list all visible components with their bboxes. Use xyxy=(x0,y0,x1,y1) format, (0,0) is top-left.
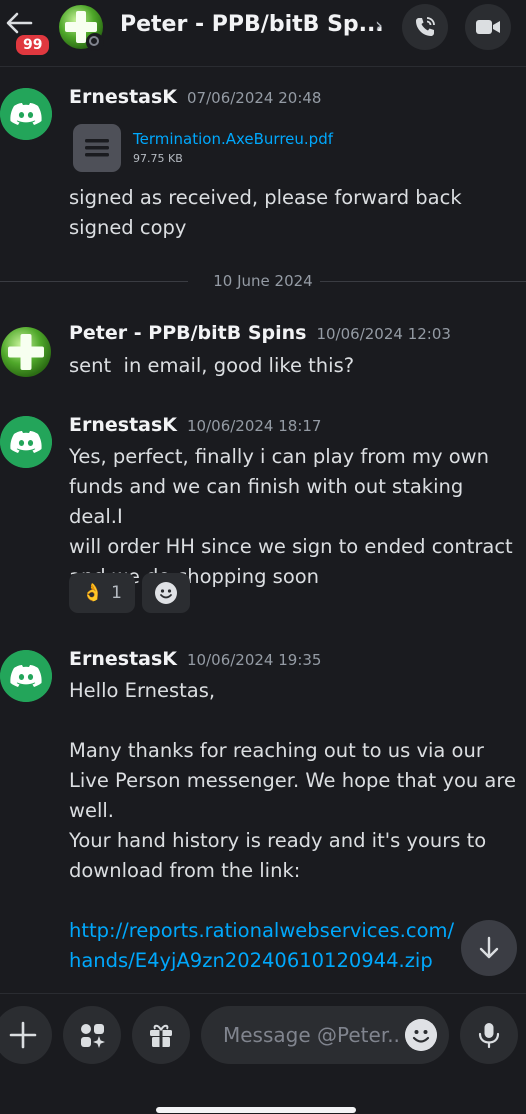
home-indicator xyxy=(156,1107,356,1113)
message-timestamp: 10/06/2024 12:03 xyxy=(316,325,451,343)
ok-hand-icon: 👌 xyxy=(82,583,104,603)
download-link[interactable]: http://reports.rationalwebservices.com/ … xyxy=(69,916,519,976)
emoji-icon[interactable] xyxy=(405,1019,437,1051)
message-text: Hello Ernestas, Many thanks for reaching… xyxy=(69,679,516,882)
phone-call-icon xyxy=(416,17,435,36)
reaction-ok-hand[interactable]: 👌 1 xyxy=(69,573,135,613)
message-timestamp: 07/06/2024 20:48 xyxy=(187,89,322,107)
apps-button[interactable] xyxy=(63,1006,121,1064)
message-author[interactable]: ErnestasK 07/06/2024 20:48 xyxy=(69,86,321,108)
discord-avatar-icon[interactable] xyxy=(0,416,52,468)
discord-avatar-icon[interactable] xyxy=(0,650,52,702)
message-author[interactable]: ErnestasK 10/06/2024 18:17 xyxy=(69,414,321,436)
page-title[interactable]: Peter - PPB/bitB Sp... xyxy=(120,12,384,37)
arrow-down-icon xyxy=(479,936,499,959)
green-cross-avatar[interactable] xyxy=(0,326,52,378)
message-text: Yes, perfect, finally i can play from my… xyxy=(69,445,513,588)
chat-header: 99 Peter - PPB/bitB Sp... › xyxy=(0,0,526,67)
voice-call-button[interactable] xyxy=(402,4,448,50)
unread-badge: 99 xyxy=(14,33,52,57)
message-author[interactable]: ErnestasK 10/06/2024 19:35 xyxy=(69,648,321,670)
discord-avatar-icon[interactable] xyxy=(0,88,52,140)
message-text: sent in email, good like this? xyxy=(69,354,355,377)
attach-button[interactable] xyxy=(0,1006,52,1064)
message-author[interactable]: Peter - PPB/bitB Spins 10/06/2024 12:03 xyxy=(69,322,451,344)
document-icon xyxy=(85,139,109,157)
add-reaction-icon xyxy=(155,582,177,604)
message-text: signed as received, please forward back … xyxy=(69,186,462,239)
video-call-button[interactable] xyxy=(465,4,511,50)
gift-button[interactable] xyxy=(132,1006,190,1064)
message-timestamp: 10/06/2024 19:35 xyxy=(187,651,322,669)
message-input-field[interactable] xyxy=(201,1006,449,1064)
gift-icon xyxy=(150,1024,172,1047)
message-composer xyxy=(0,993,526,1114)
video-camera-icon xyxy=(476,20,500,34)
file-attachment[interactable] xyxy=(73,124,121,172)
offline-status-icon xyxy=(86,33,104,51)
message-timestamp: 10/06/2024 18:17 xyxy=(187,417,322,435)
chevron-right-icon[interactable]: › xyxy=(375,13,383,37)
file-name-link[interactable]: Termination.AxeBurreu.pdf xyxy=(133,130,333,148)
microphone-icon xyxy=(478,1023,500,1049)
reaction-count: 1 xyxy=(111,583,122,603)
scroll-to-bottom-button[interactable] xyxy=(461,920,517,976)
file-size: 97.75 KB xyxy=(133,152,183,165)
add-reaction-button[interactable] xyxy=(142,573,190,613)
apps-icon xyxy=(81,1024,105,1048)
plus-icon xyxy=(9,1021,37,1049)
date-divider: 10 June 2024 xyxy=(213,272,313,290)
voice-message-button[interactable] xyxy=(460,1006,518,1064)
message-input[interactable] xyxy=(221,1022,405,1048)
